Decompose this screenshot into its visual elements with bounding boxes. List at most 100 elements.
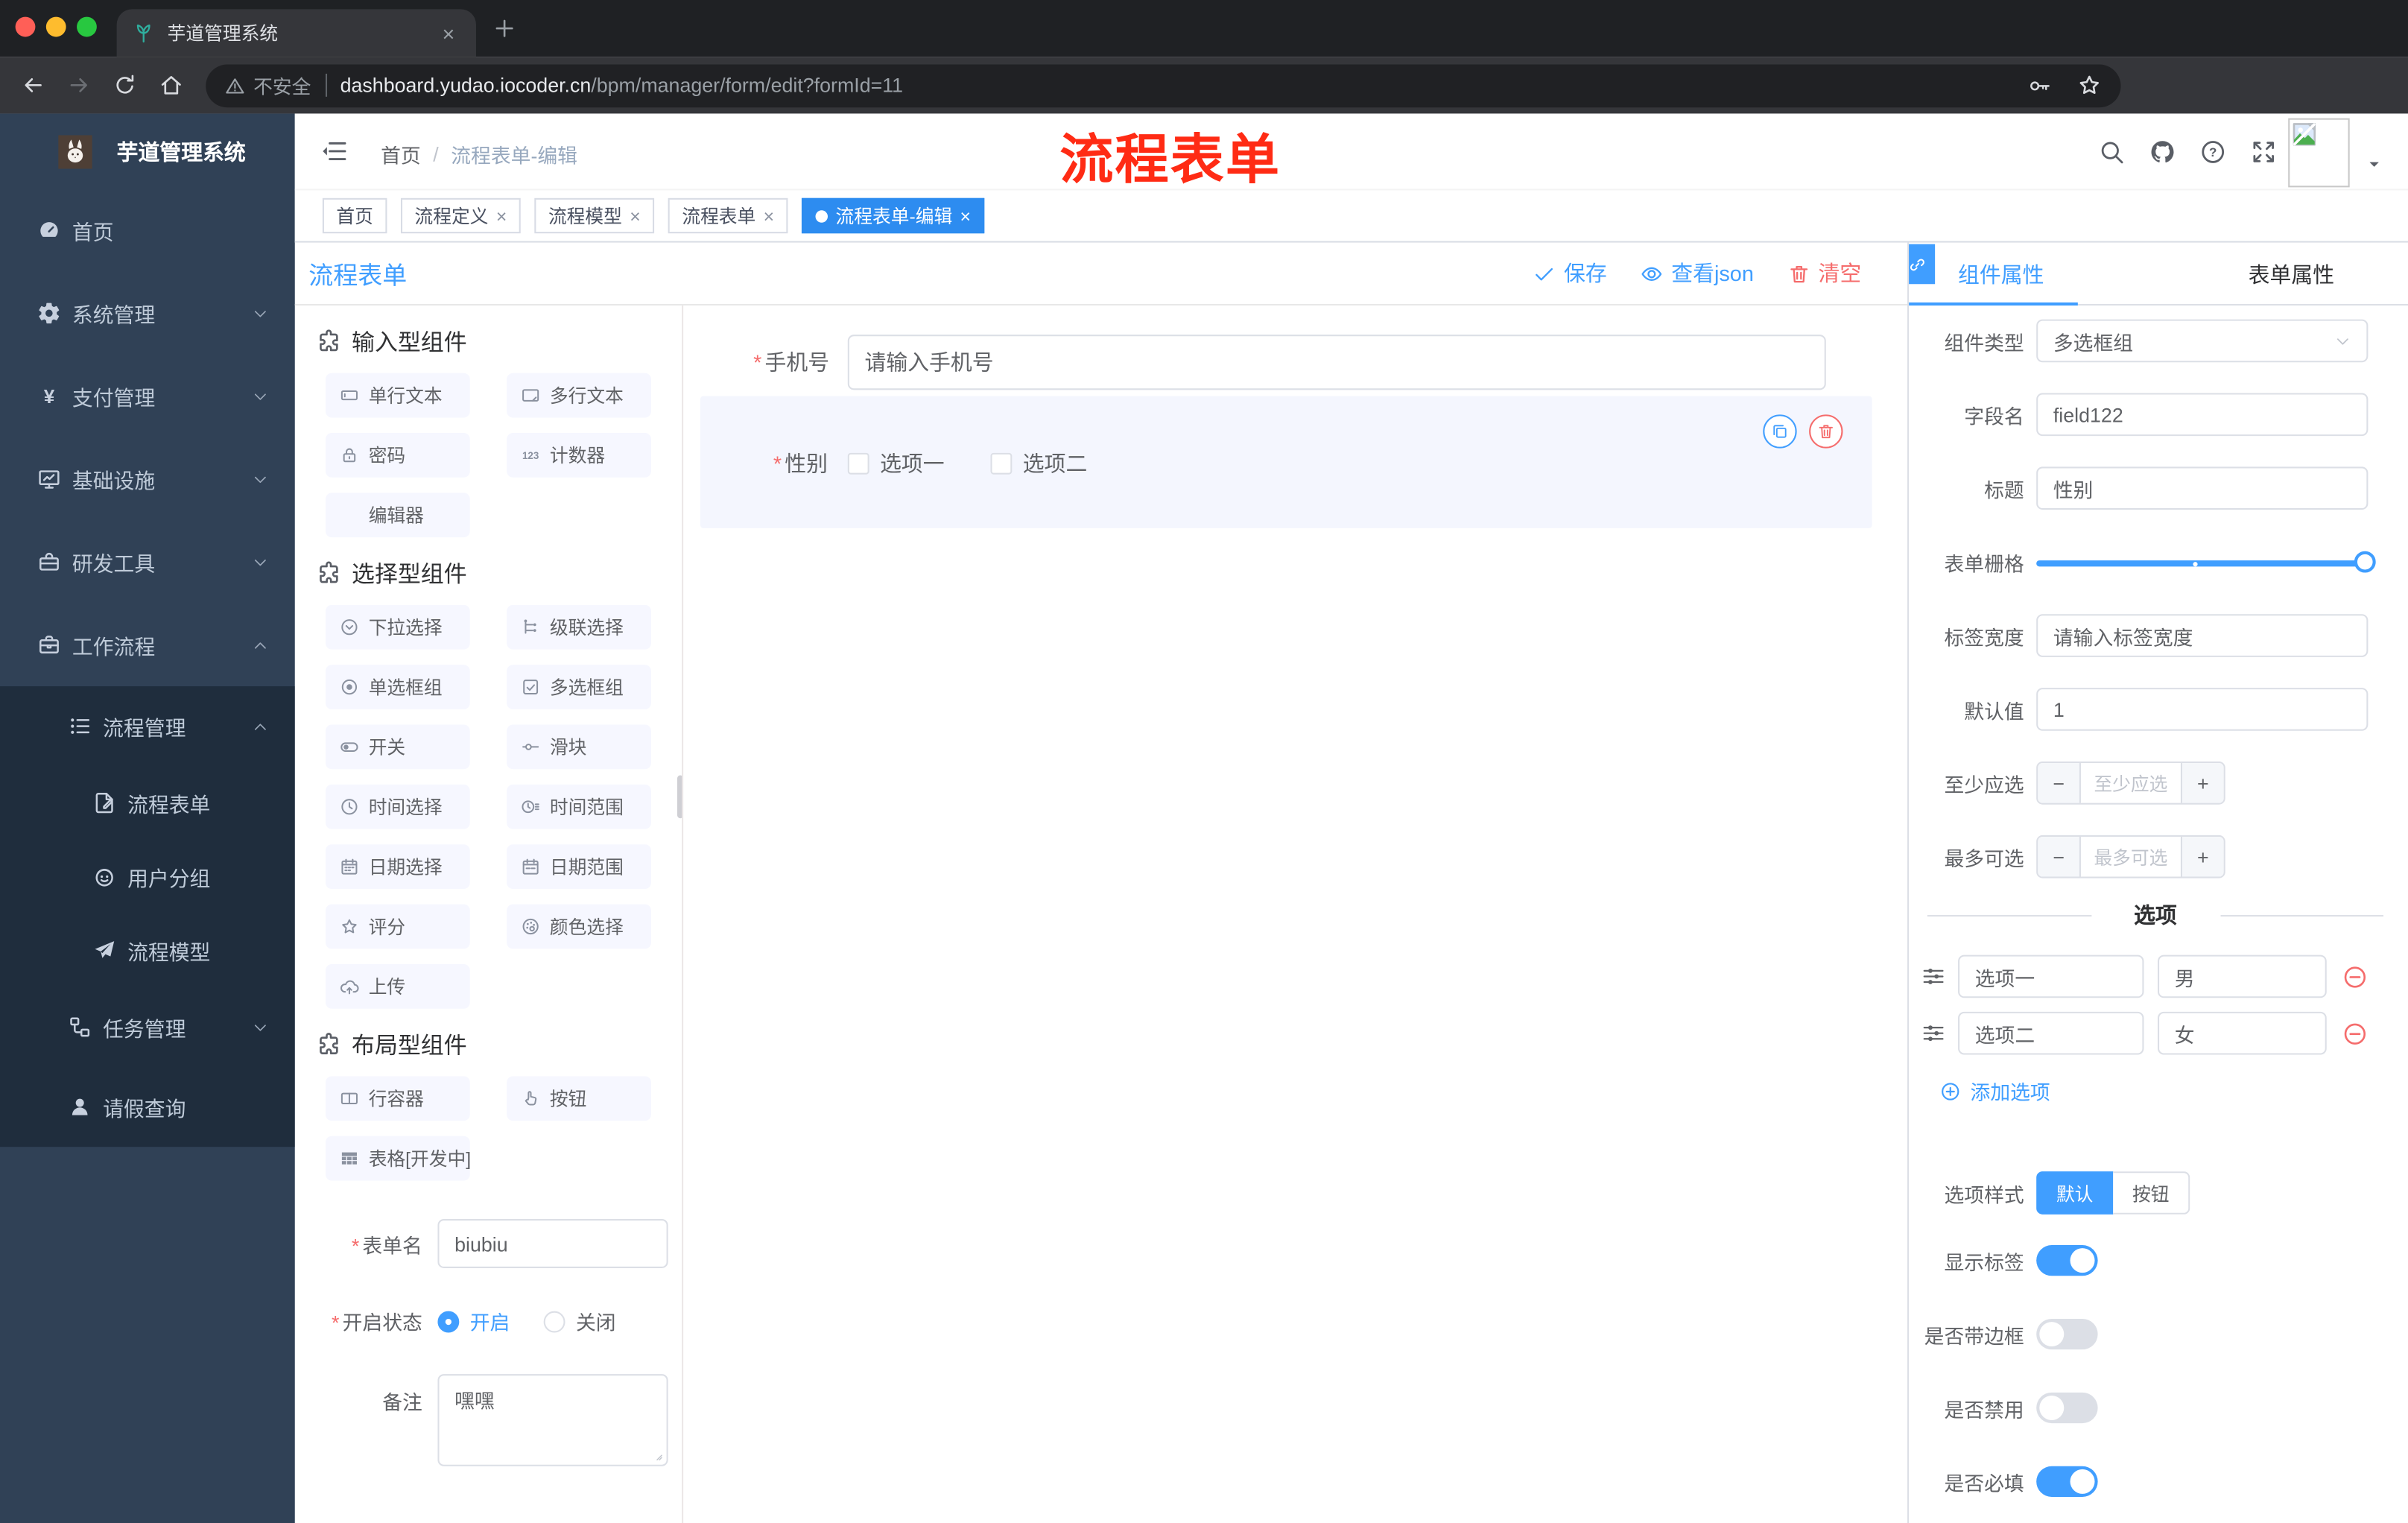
forward-icon[interactable] — [66, 72, 92, 98]
tab-close-icon[interactable]: × — [630, 205, 640, 227]
back-icon[interactable] — [20, 72, 46, 98]
sidebar-item-4[interactable]: 研发工具 — [0, 521, 295, 604]
remove-option-button[interactable] — [2342, 1020, 2368, 1046]
window-zoom-button[interactable] — [77, 16, 97, 37]
sidebar-subitem-2[interactable]: 用户分组 — [0, 840, 295, 914]
drag-handle-icon[interactable] — [1921, 1021, 1946, 1045]
component-cascader[interactable]: 级联选择 — [507, 604, 651, 650]
tab-close-icon[interactable]: × — [496, 205, 507, 227]
sidebar-item-0[interactable]: 首页 — [0, 189, 295, 271]
component-time[interactable]: 时间选择 — [325, 784, 470, 829]
add-option-button[interactable]: 添加选项 — [1939, 1076, 2389, 1105]
component-editor[interactable]: 编辑器 — [325, 493, 470, 538]
component-radio[interactable]: 单选框组 — [325, 665, 470, 709]
hamburger-icon[interactable] — [320, 136, 349, 165]
option-value-input[interactable]: 男 — [2158, 954, 2327, 998]
component-counter[interactable]: 123 计数器 — [507, 433, 651, 478]
tab-close-icon[interactable]: × — [960, 205, 970, 227]
component-pointer[interactable]: 按钮 — [507, 1076, 651, 1121]
slider-handle[interactable] — [2354, 551, 2376, 573]
sidebar-subitem-0[interactable]: 流程管理 — [0, 686, 295, 766]
option-value-input[interactable]: 女 — [2158, 1011, 2327, 1055]
sidebar-subitem-1[interactable]: 流程表单 — [0, 766, 295, 840]
save-button[interactable]: 保存 — [1533, 258, 1607, 288]
new-tab-button[interactable] — [492, 16, 518, 42]
style-option-1[interactable]: 按钮 — [2113, 1171, 2190, 1215]
component-time-range[interactable]: 时间范围 — [507, 784, 651, 829]
sidebar-item-2[interactable]: ¥ 支付管理 — [0, 355, 295, 437]
field-name-input[interactable]: field122 — [2036, 393, 2369, 437]
tags-view-tab-2[interactable]: 流程模型 × — [534, 197, 655, 234]
home-icon[interactable] — [158, 72, 184, 98]
toggle-on[interactable] — [2036, 1466, 2098, 1497]
sidebar-logo[interactable]: 芋道管理系统 — [0, 113, 295, 181]
tags-view-tab-1[interactable]: 流程定义 × — [401, 197, 521, 234]
component-date-range[interactable]: 日期范围 — [507, 844, 651, 890]
field-link-tag[interactable] — [1909, 244, 1936, 285]
sidebar-item-5[interactable]: 工作流程 — [0, 604, 295, 686]
component-lock[interactable]: 密码 — [325, 433, 470, 478]
browser-tab[interactable]: 芋道管理系统 × — [116, 9, 476, 57]
form-name-input[interactable]: biubiu — [437, 1219, 668, 1268]
gender-checkbox-1[interactable]: 选项二 — [990, 449, 1087, 479]
remove-option-button[interactable] — [2342, 963, 2368, 990]
plus-button[interactable]: + — [2180, 836, 2224, 877]
form-canvas[interactable]: * 手机号 请输入手机号 * 性别 选项一 选项二 — [683, 305, 1908, 1523]
selected-component-gender[interactable]: * 性别 选项一 选项二 — [700, 396, 1872, 528]
max-select-input[interactable]: 最多可选 — [2081, 837, 2181, 877]
drag-handle-icon[interactable] — [1921, 964, 1946, 989]
gender-checkbox-0[interactable]: 选项一 — [847, 449, 945, 479]
label-width-input[interactable]: 请输入标签宽度 — [2036, 614, 2369, 657]
window-close-button[interactable] — [15, 16, 36, 37]
component-upload[interactable]: 上传 — [325, 963, 470, 1009]
sidebar-subitem-4[interactable]: 任务管理 — [0, 987, 295, 1067]
bookmark-star-icon[interactable] — [2076, 72, 2103, 98]
phone-field-row[interactable]: * 手机号 请输入手机号 — [683, 335, 1907, 390]
component-select[interactable]: 下拉选择 — [325, 604, 470, 650]
panel-scrollbar[interactable] — [677, 775, 682, 819]
form-grid-slider[interactable] — [2036, 540, 2376, 583]
avatar[interactable] — [2288, 118, 2350, 188]
component-textarea[interactable]: 多行文本 — [507, 373, 651, 418]
clear-button[interactable]: 清空 — [1787, 258, 1861, 288]
resize-grip-icon[interactable] — [650, 1448, 664, 1462]
breadcrumb-home[interactable]: 首页 — [381, 140, 421, 169]
component-row-container[interactable]: 行容器 — [325, 1076, 470, 1121]
github-icon[interactable] — [2149, 138, 2176, 165]
plus-button[interactable]: + — [2180, 763, 2224, 803]
tags-view-tab-3[interactable]: 流程表单 × — [668, 197, 788, 234]
status-radio-0[interactable]: 开启 — [437, 1306, 510, 1335]
reload-icon[interactable] — [112, 72, 138, 98]
avatar-caret-icon[interactable] — [2365, 158, 2383, 172]
toggle-on[interactable] — [2036, 1245, 2098, 1276]
component-input-field[interactable]: 单行文本 — [325, 373, 470, 418]
view-json-button[interactable]: 查看json — [1641, 258, 1754, 288]
min-select-input[interactable]: 至少应选 — [2081, 763, 2181, 803]
option-name-input[interactable]: 选项一 — [1958, 954, 2144, 998]
sidebar-subitem-5[interactable]: 请假查询 — [0, 1067, 295, 1147]
toggle-off[interactable] — [2036, 1392, 2098, 1424]
window-minimize-button[interactable] — [45, 16, 66, 37]
sidebar-subitem-3[interactable]: 流程模型 — [0, 914, 295, 987]
form-remark-textarea[interactable]: 嘿嘿 — [437, 1374, 668, 1466]
minus-button[interactable]: − — [2038, 763, 2081, 803]
phone-input[interactable]: 请输入手机号 — [847, 335, 1826, 390]
tab-close-icon[interactable]: × — [764, 205, 774, 227]
address-bar[interactable]: 不安全 dashboard.yudao.iocoder.cn/bpm/manag… — [206, 63, 2121, 107]
tab-component-props[interactable]: 组件属性 — [1958, 259, 2044, 290]
copy-component-button[interactable] — [1763, 414, 1797, 449]
fullscreen-icon[interactable] — [2250, 138, 2278, 165]
title-input[interactable]: 性别 — [2036, 466, 2369, 510]
minus-button[interactable]: − — [2038, 836, 2081, 877]
status-radio-1[interactable]: 关闭 — [543, 1306, 616, 1335]
tab-close-icon[interactable]: × — [436, 21, 460, 45]
component-date[interactable]: 日期选择 — [325, 844, 470, 890]
default-value-input[interactable]: 1 — [2036, 688, 2369, 731]
component-checkbox[interactable]: 多选框组 — [507, 665, 651, 709]
component-star[interactable]: 评分 — [325, 904, 470, 949]
component-palette[interactable]: 颜色选择 — [507, 904, 651, 949]
option-name-input[interactable]: 选项二 — [1958, 1011, 2144, 1055]
component-type-select[interactable]: 多选框组 — [2036, 319, 2369, 363]
tab-form-props[interactable]: 表单属性 — [2249, 259, 2334, 290]
tags-view-tab-4[interactable]: 流程表单-编辑 × — [802, 197, 985, 234]
